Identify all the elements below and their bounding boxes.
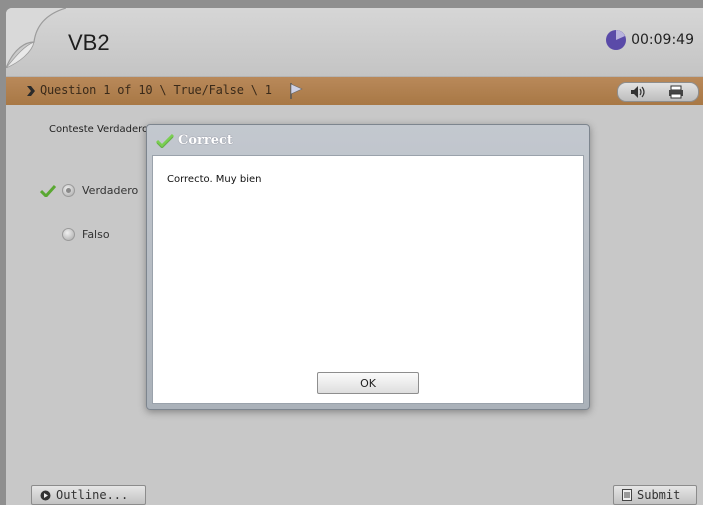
timer-icon [606, 30, 627, 50]
radio-verdadero[interactable] [62, 184, 75, 197]
check-icon [40, 185, 56, 197]
question-info: Question 1 of 10 \ True/False \ 1 [40, 83, 272, 97]
submit-button[interactable]: Submit [613, 485, 697, 505]
outline-button[interactable]: Outline... [31, 485, 146, 505]
option-falso[interactable]: Falso [62, 228, 110, 241]
option-label: Verdadero [82, 184, 139, 197]
page-curl-icon [6, 8, 66, 68]
audio-icon[interactable] [630, 85, 648, 99]
timer: 00:09:49 [605, 29, 694, 51]
dialog-title: Correct [178, 133, 233, 148]
ok-button[interactable]: OK [317, 372, 419, 394]
question-bar: Question 1 of 10 \ True/False \ 1 [6, 77, 703, 105]
tools-group [617, 82, 699, 102]
header: VB2 00:09:49 [6, 8, 703, 77]
course-title: VB2 [68, 30, 110, 55]
dialog-body: Correcto. Muy bien OK [152, 155, 584, 404]
submit-icon [622, 489, 632, 501]
option-label: Falso [82, 228, 110, 241]
feedback-dialog: Correct Correcto. Muy bien OK [146, 124, 590, 410]
check-icon [156, 133, 174, 148]
arrow-icon [27, 86, 35, 96]
radio-falso[interactable] [62, 228, 75, 241]
submit-label: Submit [637, 488, 681, 502]
option-verdadero[interactable]: Verdadero [62, 184, 138, 197]
outline-icon [40, 490, 51, 500]
dialog-title-bar: Correct [156, 133, 233, 148]
flag-icon[interactable] [289, 82, 303, 100]
timer-text: 00:09:49 [631, 32, 694, 48]
outline-label: Outline... [56, 488, 129, 502]
dialog-message: Correcto. Muy bien [167, 174, 262, 185]
print-icon[interactable] [668, 85, 684, 99]
